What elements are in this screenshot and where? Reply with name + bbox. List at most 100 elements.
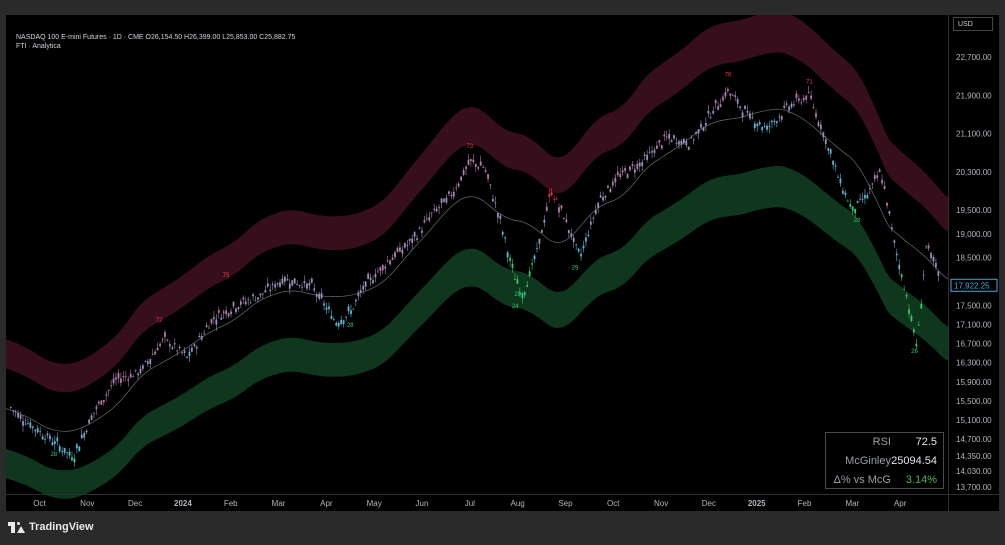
candle xyxy=(656,140,658,149)
candle xyxy=(193,342,196,348)
candle xyxy=(17,409,20,419)
candle xyxy=(687,146,690,151)
candle xyxy=(217,306,220,319)
candle xyxy=(195,344,198,355)
candle xyxy=(315,292,318,303)
y-tick-label: 17,100.00 xyxy=(956,321,992,330)
candle xyxy=(758,119,761,126)
candle xyxy=(528,267,531,278)
y-tick-label: 18,500.00 xyxy=(956,254,992,263)
candle xyxy=(604,194,607,201)
candle xyxy=(381,263,384,275)
candle xyxy=(643,151,646,161)
oversold-count-label: 28 xyxy=(347,323,354,329)
candle xyxy=(883,181,886,190)
candle xyxy=(731,93,734,96)
currency-selector[interactable]: USD xyxy=(953,17,993,31)
candle xyxy=(536,242,538,253)
candle xyxy=(379,266,382,276)
candle xyxy=(146,358,149,368)
candle xyxy=(477,165,480,171)
candle xyxy=(496,212,499,224)
candle xyxy=(127,376,130,387)
x-tick-label: Feb xyxy=(224,499,238,508)
candle xyxy=(230,308,232,318)
candle xyxy=(73,454,76,467)
candle xyxy=(418,225,421,230)
candle xyxy=(61,446,64,457)
candle xyxy=(700,120,702,129)
candle xyxy=(27,418,29,426)
candle xyxy=(570,228,573,241)
candle xyxy=(281,274,284,286)
candle xyxy=(793,100,795,108)
candle xyxy=(626,172,629,179)
candle xyxy=(685,138,688,148)
candle xyxy=(252,293,254,301)
candle xyxy=(631,161,634,170)
candle xyxy=(509,254,511,267)
candle xyxy=(332,316,335,321)
candle xyxy=(822,131,825,142)
candle xyxy=(271,281,274,290)
candle xyxy=(235,307,237,315)
x-tick-label: Dec xyxy=(128,499,142,508)
candle xyxy=(247,296,250,306)
candle xyxy=(58,444,61,454)
candle xyxy=(567,229,570,238)
candle xyxy=(673,134,675,141)
candle xyxy=(134,369,137,373)
candle xyxy=(761,126,764,134)
candle xyxy=(775,120,778,128)
delta-label: Δ% vs McG xyxy=(833,474,891,486)
y-tick-label: 22,700.00 xyxy=(956,53,992,62)
candle xyxy=(144,360,147,363)
candle xyxy=(249,299,252,304)
candle xyxy=(873,171,876,183)
candle xyxy=(734,91,737,102)
rsi-value: 72.5 xyxy=(915,436,937,448)
candle xyxy=(553,195,556,203)
candle xyxy=(100,400,103,406)
rsi-label: RSI xyxy=(872,436,891,448)
x-tick-label: May xyxy=(367,499,382,508)
candle xyxy=(97,400,100,406)
candle xyxy=(719,98,722,108)
candle xyxy=(320,288,323,300)
candle xyxy=(301,282,303,292)
candle xyxy=(545,202,548,213)
candle xyxy=(374,268,377,283)
candle xyxy=(653,147,656,157)
candle xyxy=(254,295,257,302)
candle xyxy=(88,418,91,424)
mcginley-value: 25094.54 xyxy=(891,455,937,467)
candle xyxy=(244,296,247,306)
candle xyxy=(95,404,98,415)
candle xyxy=(75,442,78,454)
candle xyxy=(712,106,715,115)
lower-band xyxy=(6,165,948,499)
candle xyxy=(739,105,742,111)
candle xyxy=(31,425,34,434)
y-tick-label: 21,900.00 xyxy=(956,91,992,100)
tradingview-brand[interactable]: TradingView xyxy=(8,521,94,533)
candle xyxy=(178,344,181,351)
candle xyxy=(269,284,272,296)
candle xyxy=(724,87,727,100)
y-tick-label: 14,030.00 xyxy=(956,467,992,476)
candle xyxy=(261,293,264,299)
candle xyxy=(447,190,450,196)
candle xyxy=(746,105,749,116)
candle xyxy=(641,159,644,172)
candle xyxy=(881,174,883,186)
candle xyxy=(435,205,438,213)
x-tick-label: Dec xyxy=(702,499,716,508)
candle xyxy=(386,255,389,263)
candle xyxy=(39,426,42,437)
candle xyxy=(487,173,489,183)
y-tick-label: 16,300.00 xyxy=(956,359,992,368)
candle xyxy=(878,167,881,173)
candle xyxy=(462,167,465,176)
candle xyxy=(839,173,842,187)
candle xyxy=(377,267,379,273)
